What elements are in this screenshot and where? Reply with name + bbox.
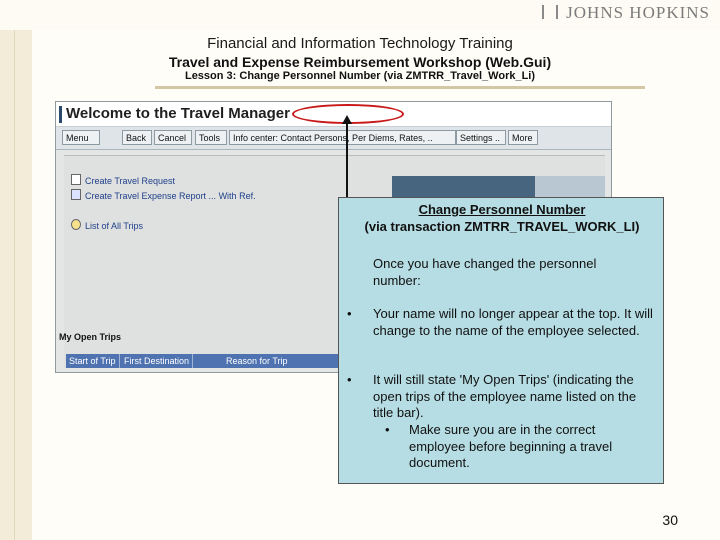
report-icon: [71, 189, 81, 200]
johns-hopkins-logo: JOHNS HOPKINS: [542, 3, 710, 23]
back-button[interactable]: Back: [122, 130, 152, 145]
callout-intro: Once you have changed the personnel numb…: [373, 256, 597, 288]
sub-bullet-icon: •: [385, 422, 390, 437]
task-create-expense-report[interactable]: Create Travel Expense Report ... With Re…: [71, 189, 256, 201]
pointer-line: [346, 120, 348, 208]
callout-bullet-2: It will still state 'My Open Trips' (ind…: [373, 372, 637, 420]
task-label: Create Travel Request: [85, 176, 176, 186]
bullet-icon: •: [347, 372, 352, 387]
side-rule: [14, 30, 15, 540]
column-first-destination[interactable]: First Destination: [124, 354, 194, 368]
task-create-travel-request[interactable]: Create Travel Request: [71, 174, 175, 186]
logo-text: JOHNS HOPKINS: [566, 3, 710, 22]
task-list-all-trips[interactable]: List of All Trips: [71, 219, 143, 231]
task-label: List of All Trips: [85, 221, 144, 231]
tools-button[interactable]: Tools: [195, 130, 227, 145]
list-icon: [71, 219, 81, 230]
column-reason-for-trip[interactable]: Reason for Trip: [226, 354, 288, 368]
document-icon: [71, 174, 81, 185]
page-number: 30: [662, 512, 678, 528]
sap-window-title: Welcome to the Travel Manager: [66, 105, 290, 122]
title-accent: [59, 106, 62, 123]
sap-toolbar: Menu Back Cancel Tools Info center: Cont…: [56, 127, 611, 150]
menu-button[interactable]: Menu: [62, 130, 100, 145]
callout-sub-bullet: Make sure you are in the correct employe…: [409, 422, 613, 470]
task-label: Create Travel Expense Report ... With Re…: [85, 191, 256, 201]
callout-bullet-1: Your name will no longer appear at the t…: [373, 306, 653, 338]
cancel-button[interactable]: Cancel: [154, 130, 192, 145]
info-center-button[interactable]: Info center: Contact Persons, Per Diems,…: [229, 130, 456, 145]
callout-title: Change Personnel Number: [418, 202, 586, 217]
callout-subtitle: (via transaction ZMTRR_TRAVEL_WORK_LI): [364, 219, 640, 234]
title-divider: [155, 86, 645, 89]
bullet-icon: •: [347, 306, 352, 321]
trips-table-header: Start of Trip First Destination Reason f…: [66, 354, 366, 368]
more-button[interactable]: More: [508, 130, 538, 145]
column-start-of-trip[interactable]: Start of Trip: [69, 354, 120, 368]
lesson-title: Lesson 3: Change Personnel Number (via Z…: [184, 70, 536, 82]
my-open-trips-label: My Open Trips: [59, 332, 122, 342]
workshop-title: Travel and Expense Reimbursement Worksho…: [168, 54, 552, 70]
slide-title: Financial and Information Technology Tra…: [207, 35, 513, 52]
logo-mark-icon: [542, 5, 559, 19]
settings-button[interactable]: Settings ..: [456, 130, 506, 145]
callout-box: Change Personnel Number (via transaction…: [338, 197, 664, 484]
arrow-up-icon: [342, 115, 352, 124]
